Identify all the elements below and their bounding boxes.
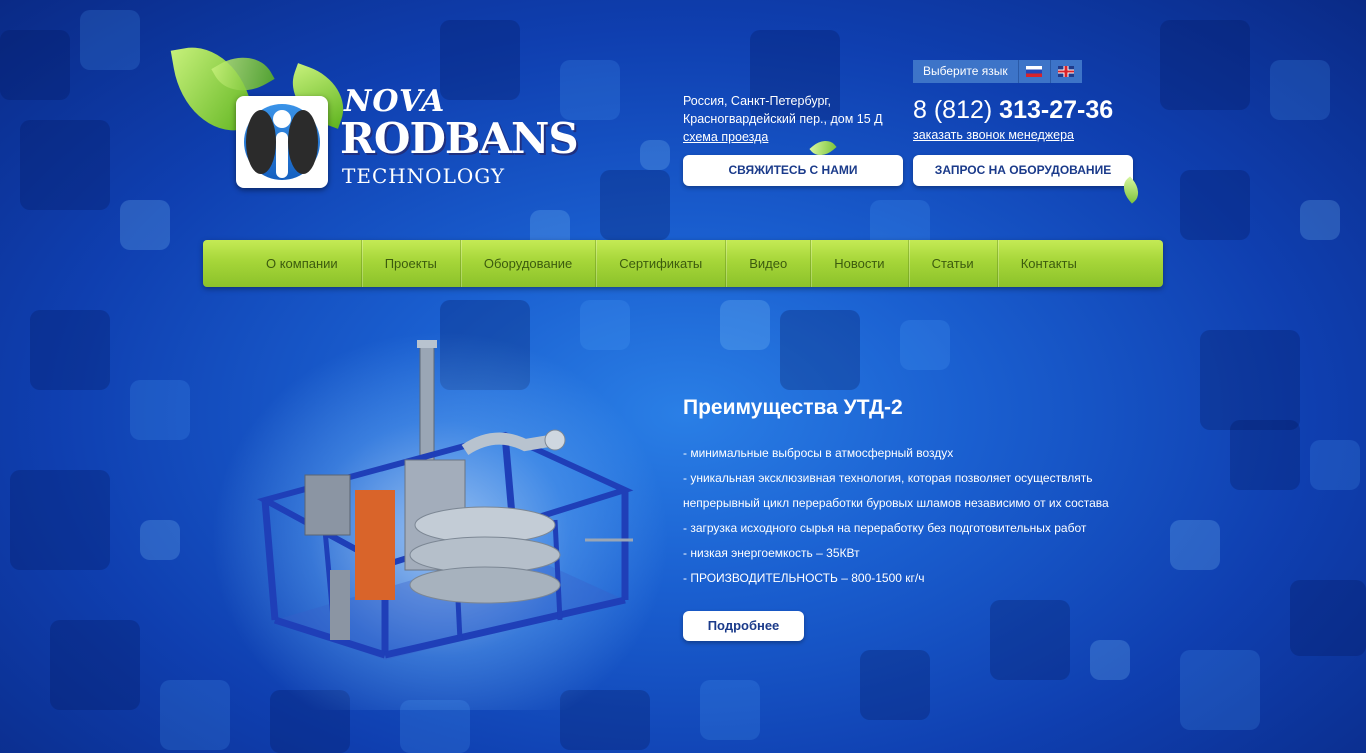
callback-link[interactable]: заказать звонок менеджера: [913, 128, 1074, 142]
phone-code: 8 (812): [913, 96, 993, 124]
nav-item-contacts[interactable]: Контакты: [998, 240, 1100, 287]
equipment-request-button[interactable]: ЗАПРОС НА ОБОРУДОВАНИЕ: [913, 155, 1133, 186]
logo-emblem: [236, 96, 328, 188]
list-item: - ПРОИЗВОДИТЕЛЬНОСТЬ – 800-1500 кг/ч: [683, 571, 925, 585]
nav-item-about[interactable]: О компании: [243, 240, 362, 287]
more-button[interactable]: Подробнее: [683, 611, 804, 641]
features-list: - минимальные выбросы в атмосферный возд…: [683, 441, 1109, 591]
logo-technology-text: TECHNOLOGY: [342, 164, 506, 188]
list-item: - загрузка исходного сырья на переработк…: [683, 521, 1087, 535]
logo-rodbans-text: RODBANS: [340, 114, 579, 163]
ru-flag-icon: [1026, 66, 1043, 77]
list-item: - низкая энергоемкость – 35КВт: [683, 546, 860, 560]
address-line: Россия, Санкт-Петербург,: [683, 94, 831, 108]
phone-main: 313-27-36: [999, 96, 1114, 124]
language-ru-button[interactable]: [1017, 60, 1050, 83]
en-flag-icon: [1058, 66, 1075, 77]
nav-item-articles[interactable]: Статьи: [909, 240, 998, 287]
list-item: - уникальная эксклюзивная технология, ко…: [683, 471, 1093, 485]
hero-title: Преимущества УТД-2: [683, 396, 903, 419]
list-item: непрерывный цикл переработки буровых шла…: [683, 496, 1109, 510]
language-switcher: Выберите язык: [913, 60, 1082, 83]
address-block: Россия, Санкт-Петербург, Красногвардейск…: [683, 92, 883, 146]
nav-item-equipment[interactable]: Оборудование: [461, 240, 597, 287]
list-item: - минимальные выбросы в атмосферный возд…: [683, 446, 954, 460]
language-label: Выберите язык: [913, 60, 1018, 83]
page: NOVA RODBANS TECHNOLOGY Россия, Санкт-Пе…: [0, 0, 1366, 753]
language-en-button[interactable]: [1049, 60, 1082, 83]
equipment-illustration: [256, 340, 634, 660]
nav-item-news[interactable]: Новости: [811, 240, 909, 287]
nav-item-projects[interactable]: Проекты: [362, 240, 461, 287]
address-line: Красногвардейский пер., дом 15 Д: [683, 112, 883, 126]
logo[interactable]: NOVA RODBANS TECHNOLOGY: [170, 38, 579, 194]
directions-link[interactable]: схема проезда: [683, 130, 768, 144]
nav-item-video[interactable]: Видео: [726, 240, 812, 287]
contact-us-button[interactable]: СВЯЖИТЕСЬ С НАМИ: [683, 155, 903, 186]
phone-number: 8 (812) 313-27-36: [913, 96, 1113, 125]
nav-item-certificates[interactable]: Сертификаты: [596, 240, 727, 287]
main-nav: О компании Проекты Оборудование Сертифик…: [203, 240, 1163, 287]
